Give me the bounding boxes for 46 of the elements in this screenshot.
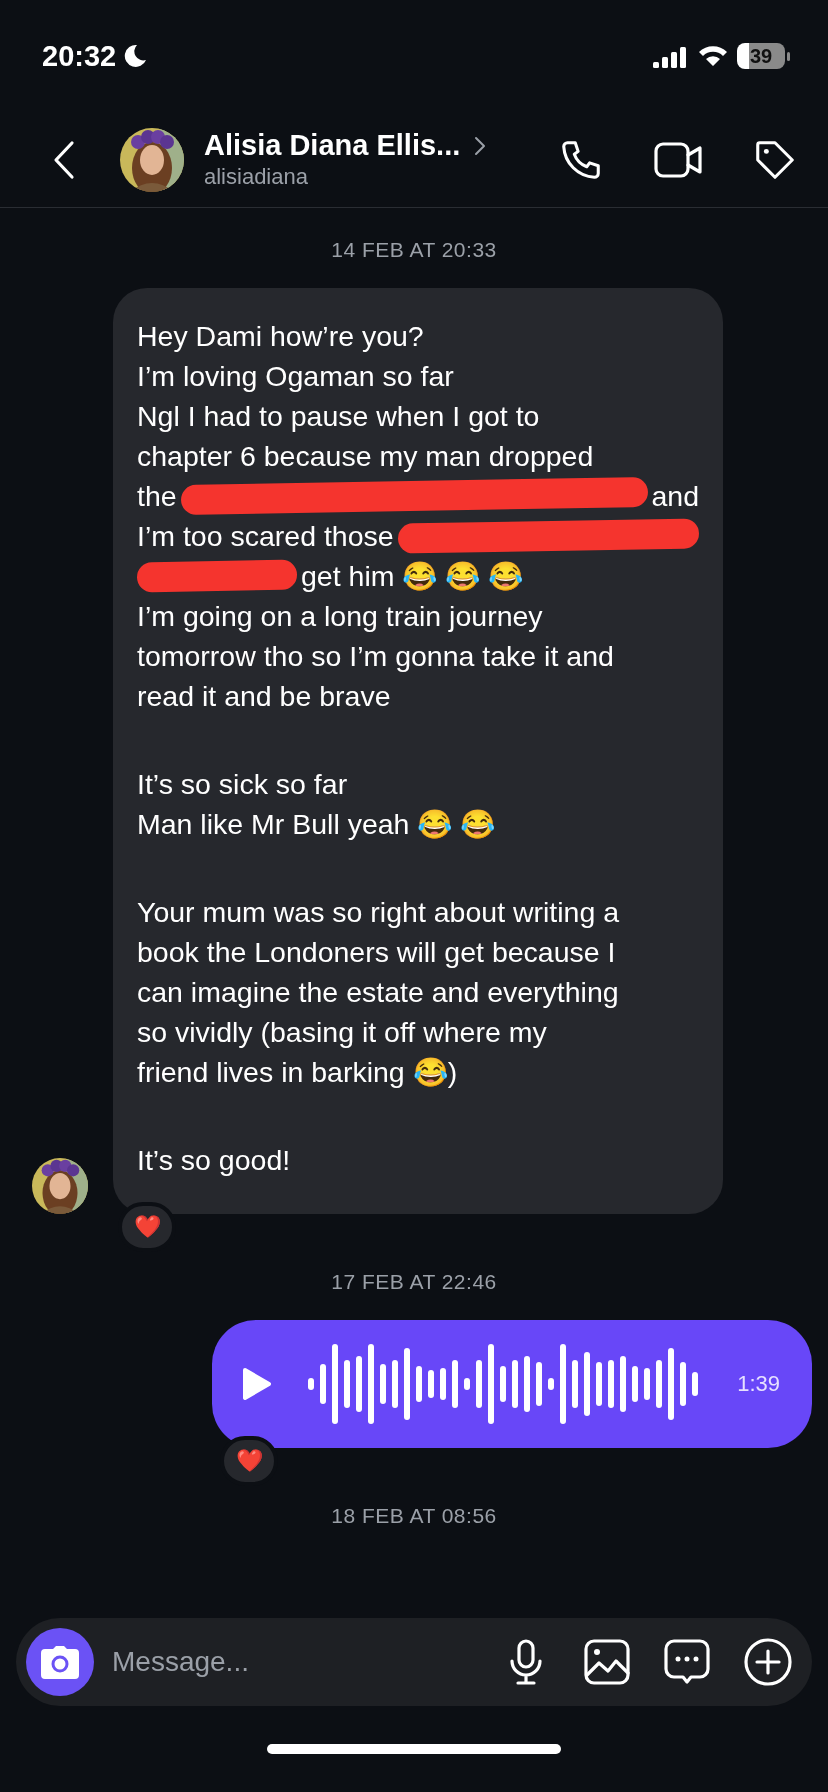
message-text: tomorrow tho so I’m gonna take it and bbox=[137, 639, 614, 673]
camera-icon bbox=[41, 1645, 79, 1679]
message-text: Man like Mr Bull yeah 😂 😂 bbox=[137, 807, 496, 841]
signal-icon bbox=[653, 44, 689, 68]
voice-duration: 1:39 bbox=[737, 1371, 780, 1397]
message-text: It’s so sick so far bbox=[137, 767, 348, 801]
message-text: so vividly (basing it off where my bbox=[137, 1015, 547, 1049]
gallery-button[interactable] bbox=[584, 1639, 630, 1685]
timestamp: 14 FEB AT 20:33 bbox=[331, 238, 497, 262]
video-icon bbox=[654, 139, 704, 180]
message-text: read it and be brave bbox=[137, 679, 391, 713]
plus-icon bbox=[744, 1638, 792, 1686]
chevron-icon bbox=[474, 135, 487, 156]
wifi-icon bbox=[697, 44, 729, 68]
timestamp: 18 FEB AT 08:56 bbox=[331, 1504, 497, 1528]
chat-bubble-icon bbox=[664, 1639, 710, 1685]
message-field[interactable]: Message... bbox=[110, 1645, 508, 1679]
message-text: Hey Dami how’re you? bbox=[137, 319, 424, 353]
message-text: friend lives in barking 😂) bbox=[137, 1055, 458, 1089]
message-text: Your mum was so right about writing a bbox=[137, 895, 620, 929]
microphone-icon bbox=[508, 1639, 544, 1685]
video-call-button[interactable] bbox=[654, 139, 704, 180]
message-text: and bbox=[651, 479, 699, 513]
message-text: can imagine the estate and everything bbox=[137, 975, 619, 1009]
back-button[interactable] bbox=[52, 139, 76, 180]
add-button[interactable] bbox=[744, 1638, 792, 1686]
status-time: 20:32 bbox=[42, 39, 117, 73]
microphone-button[interactable] bbox=[508, 1639, 544, 1685]
message-text: I’m too scared those bbox=[137, 519, 394, 553]
timestamp: 17 FEB AT 22:46 bbox=[331, 1270, 497, 1294]
username: alisiadiana bbox=[204, 164, 309, 190]
message-text: It’s so good! bbox=[137, 1143, 291, 1177]
moon-icon bbox=[122, 43, 149, 69]
message-text: the bbox=[137, 479, 177, 513]
contact-name[interactable]: Alisia Diana Ellis... bbox=[204, 129, 461, 162]
play-icon bbox=[242, 1367, 272, 1401]
camera-button[interactable] bbox=[26, 1628, 94, 1696]
play-button[interactable] bbox=[242, 1367, 272, 1401]
message-text: I’m going on a long train journey bbox=[137, 599, 543, 633]
image-icon bbox=[584, 1639, 630, 1685]
message-text: Ngl I had to pause when I got to bbox=[137, 399, 540, 433]
message-text: chapter 6 because my man dropped bbox=[137, 439, 594, 473]
sticker-button[interactable] bbox=[664, 1639, 710, 1685]
message-text: get him 😂 😂 😂 bbox=[301, 559, 524, 593]
message-text: book the Londoners will get because I bbox=[137, 935, 616, 969]
message-text: I’m loving Ogaman so far bbox=[137, 359, 454, 393]
